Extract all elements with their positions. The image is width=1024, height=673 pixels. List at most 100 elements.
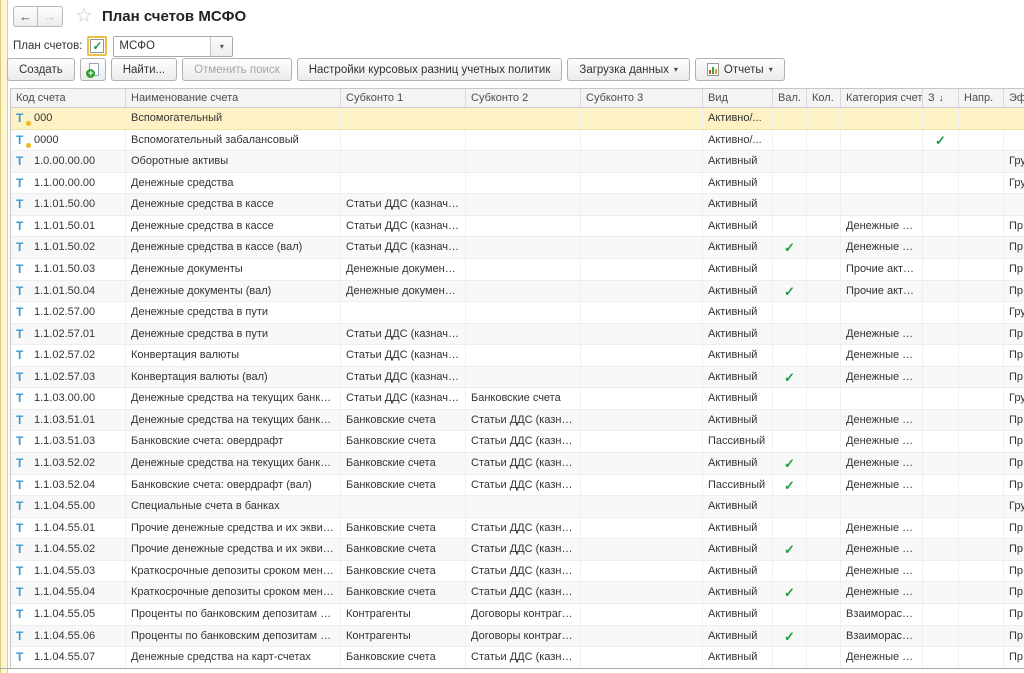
cell-kol — [807, 345, 841, 366]
cell-zab — [923, 194, 959, 215]
table-row[interactable]: T1.1.03.51.03Банковские счета: овердрафт… — [11, 431, 1024, 453]
table-row[interactable]: T1.1.01.50.01Денежные средства в кассеСт… — [11, 216, 1024, 238]
favorite-star-icon[interactable]: ☆ — [75, 6, 93, 26]
column-header-cat[interactable]: Категория счета — [841, 89, 923, 107]
table-row[interactable]: T1.1.03.52.04Банковские счета: овердрафт… — [11, 475, 1024, 497]
check-icon: ✓ — [784, 456, 795, 471]
account-code: 1.1.04.55.03 — [34, 565, 95, 577]
table-row[interactable]: T1.1.04.55.07Денежные средства на карт-с… — [11, 647, 1024, 669]
column-header-ef[interactable]: Эф — [1004, 89, 1024, 107]
table-row[interactable]: T1.1.01.50.02Денежные средства в кассе (… — [11, 237, 1024, 259]
plan-select[interactable]: МСФО ▾ — [113, 36, 233, 57]
column-header-kol[interactable]: Кол. — [807, 89, 841, 107]
cell-kol — [807, 647, 841, 668]
reports-button[interactable]: Отчеты ▾ — [695, 58, 785, 81]
cell-s2: Договоры контрагентов — [466, 604, 581, 625]
table-row[interactable]: T1.1.01.50.04Денежные документы (вал)Ден… — [11, 281, 1024, 303]
cell-zab — [923, 281, 959, 302]
account-icon: T — [16, 630, 29, 642]
table-row[interactable]: T1.1.03.51.01Денежные средства на текущи… — [11, 410, 1024, 432]
cell-ef: Пр — [1004, 561, 1024, 582]
combo-dropdown-icon[interactable]: ▾ — [210, 37, 232, 56]
cell-s1: Денежные документы... — [341, 281, 466, 302]
cell-napr — [959, 216, 1004, 237]
cell-name: Краткосрочные депозиты сроком менее 3-х … — [126, 582, 341, 603]
cell-zab — [923, 431, 959, 452]
create-button[interactable]: Создать — [7, 58, 75, 81]
cell-s3 — [581, 302, 703, 323]
cell-ef: Пр — [1004, 216, 1024, 237]
accounts-table: Код счетаНаименование счетаСубконто 1Суб… — [10, 88, 1024, 669]
check-icon: ✓ — [784, 284, 795, 299]
table-row[interactable]: T1.0.00.00.00Оборотные активыАктивныйГру — [11, 151, 1024, 173]
cell-name: Конвертация валюты — [126, 345, 341, 366]
column-header-s2[interactable]: Субконто 2 — [466, 89, 581, 107]
table-row[interactable]: T1.1.04.55.06Проценты по банковским депо… — [11, 626, 1024, 648]
cell-code: T1.1.03.51.01 — [11, 410, 126, 431]
cell-val: ✓ — [773, 539, 807, 560]
table-row[interactable]: T1.1.03.00.00Денежные средства на текущи… — [11, 388, 1024, 410]
cell-s1: Статьи ДДС (казначей... — [341, 367, 466, 388]
cell-napr — [959, 431, 1004, 452]
table-row[interactable]: T1.1.02.57.02Конвертация валютыСтатьи ДД… — [11, 345, 1024, 367]
cell-name: Оборотные активы — [126, 151, 341, 172]
table-row[interactable]: T1.1.00.00.00Денежные средстваАктивныйГр… — [11, 173, 1024, 195]
cell-vid: Активный — [703, 604, 773, 625]
cell-s1: Статьи ДДС (казначей... — [341, 216, 466, 237]
find-button[interactable]: Найти... — [111, 58, 177, 81]
table-row[interactable]: T1.1.01.50.03Денежные документыДенежные … — [11, 259, 1024, 281]
cell-kol — [807, 582, 841, 603]
table-row[interactable]: T1.1.03.52.02Денежные средства на текущи… — [11, 453, 1024, 475]
cell-cat: Денежные сред... — [841, 431, 923, 452]
cell-vid: Активный — [703, 539, 773, 560]
cell-kol — [807, 130, 841, 151]
column-header-napr[interactable]: Напр. — [959, 89, 1004, 107]
table-row[interactable]: T1.1.01.50.00Денежные средства в кассеСт… — [11, 194, 1024, 216]
table-row[interactable]: T1.1.04.55.03Краткосрочные депозиты срок… — [11, 561, 1024, 583]
column-header-vid[interactable]: Вид — [703, 89, 773, 107]
cell-vid: Активный — [703, 518, 773, 539]
table-row[interactable]: T1.1.04.55.02Прочие денежные средства и … — [11, 539, 1024, 561]
reports-caret-icon: ▾ — [769, 66, 773, 74]
table-row[interactable]: T1.1.02.57.00Денежные средства в путиАкт… — [11, 302, 1024, 324]
load-data-button[interactable]: Загрузка данных ▾ — [567, 58, 690, 81]
table-row[interactable]: T0000Вспомогательный забалансовыйАктивно… — [11, 130, 1024, 152]
table-row[interactable]: T1.1.04.55.01Прочие денежные средства и … — [11, 518, 1024, 540]
column-header-code[interactable]: Код счета — [11, 89, 126, 107]
cell-vid: Пассивный — [703, 475, 773, 496]
cell-cat: Денежные сред... — [841, 216, 923, 237]
column-header-s3[interactable]: Субконто 3 — [581, 89, 703, 107]
account-icon: T — [16, 155, 29, 167]
reports-icon — [707, 63, 719, 76]
column-header-s1[interactable]: Субконто 1 — [341, 89, 466, 107]
cell-napr — [959, 259, 1004, 280]
create-group-button[interactable]: + — [80, 58, 106, 81]
column-header-zab[interactable]: З↓ — [923, 89, 959, 107]
cell-name: Краткосрочные депозиты сроком менее 3-х … — [126, 561, 341, 582]
column-header-name[interactable]: Наименование счета — [126, 89, 341, 107]
cancel-search-button[interactable]: Отменить поиск — [182, 58, 292, 81]
cell-s3 — [581, 561, 703, 582]
table-row[interactable]: T1.1.04.55.00Специальные счета в банкахА… — [11, 496, 1024, 518]
account-code: 1.0.00.00.00 — [34, 155, 95, 167]
fx-settings-button[interactable]: Настройки курсовых разниц учетных полити… — [297, 58, 563, 81]
column-header-val[interactable]: Вал. — [773, 89, 807, 107]
cell-kol — [807, 237, 841, 258]
cell-s3 — [581, 496, 703, 517]
table-row[interactable]: T1.1.04.55.04Краткосрочные депозиты срок… — [11, 582, 1024, 604]
table-row[interactable]: T1.1.02.57.03Конвертация валюты (вал)Ста… — [11, 367, 1024, 389]
cell-s3 — [581, 216, 703, 237]
table-row[interactable]: T1.1.02.57.01Денежные средства в путиСта… — [11, 324, 1024, 346]
cell-zab — [923, 561, 959, 582]
table-row[interactable]: T1.1.04.55.05Проценты по банковским депо… — [11, 604, 1024, 626]
table-row[interactable]: T000ВспомогательныйАктивно/... — [11, 108, 1024, 130]
plan-filter-checkbox[interactable]: ✓ — [87, 36, 107, 56]
cell-zab — [923, 259, 959, 280]
check-icon: ✓ — [784, 585, 795, 600]
back-button[interactable]: ← — [13, 6, 38, 27]
cell-s1: Контрагенты — [341, 604, 466, 625]
cell-vid: Активный — [703, 367, 773, 388]
forward-button[interactable]: → — [38, 6, 63, 27]
account-icon: T — [16, 435, 29, 447]
cell-ef: Пр — [1004, 259, 1024, 280]
